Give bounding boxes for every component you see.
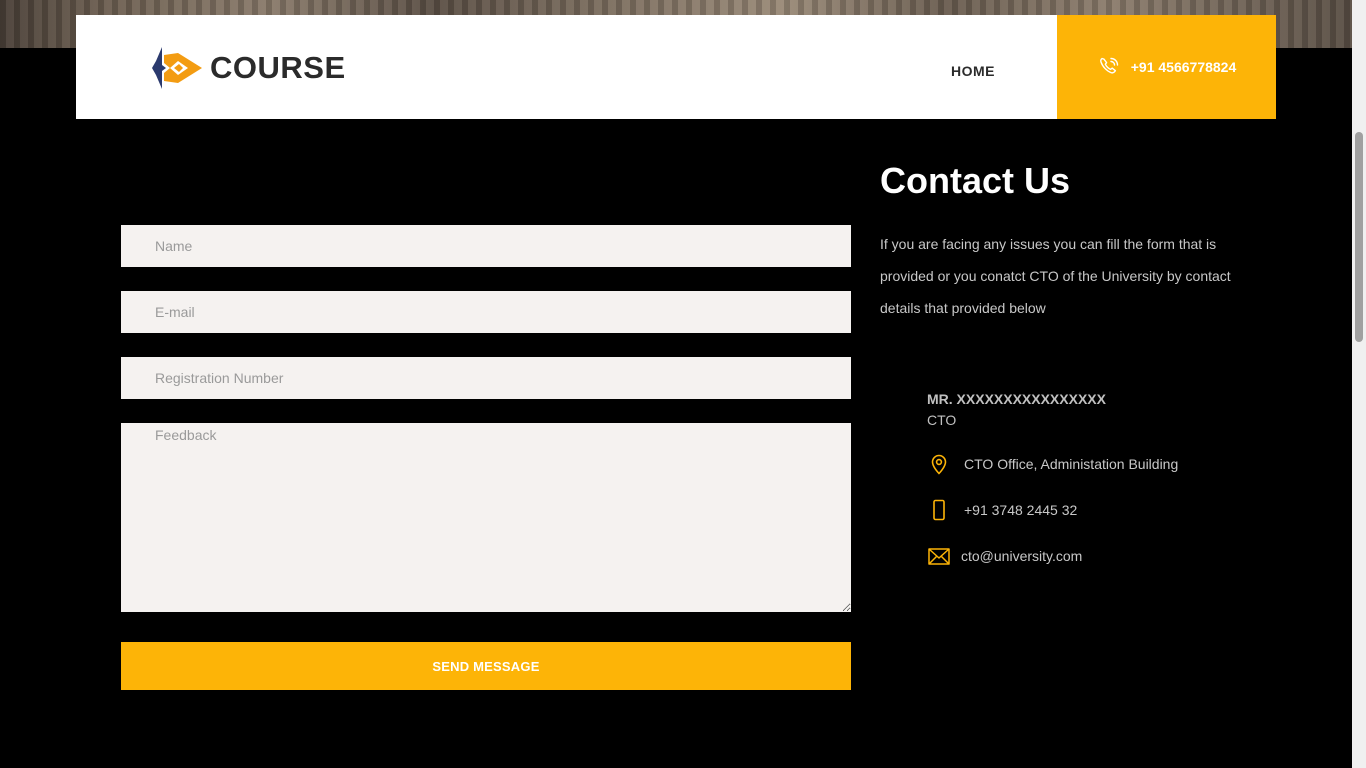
email-row: cto@university.com xyxy=(927,544,1082,568)
header-phone-button[interactable]: +91 4566778824 xyxy=(1057,15,1276,119)
contact-person-role: CTO xyxy=(927,412,957,428)
address-row: CTO Office, Administation Building xyxy=(927,452,1178,476)
contact-person-name: MR. XXXXXXXXXXXXXXXX xyxy=(927,391,1106,407)
name-input[interactable] xyxy=(121,225,851,267)
map-pin-icon xyxy=(927,452,951,476)
site-header: COURSE HOME +91 4566778824 xyxy=(76,15,1276,119)
address-text: CTO Office, Administation Building xyxy=(964,456,1179,472)
page-scrollbar[interactable] xyxy=(1352,0,1366,768)
scrollbar-thumb[interactable] xyxy=(1355,132,1363,342)
email-text[interactable]: cto@university.com xyxy=(961,548,1082,564)
registration-number-input[interactable] xyxy=(121,357,851,399)
send-message-button[interactable]: SEND MESSAGE xyxy=(121,642,851,690)
phone-ringing-icon xyxy=(1099,57,1118,74)
brand-logo[interactable]: COURSE xyxy=(152,47,346,89)
nav-home-link[interactable]: HOME xyxy=(951,63,995,79)
course-logo-icon xyxy=(152,47,202,89)
mobile-phone-icon xyxy=(927,498,951,522)
envelope-icon xyxy=(927,544,951,568)
phone-text[interactable]: +91 3748 2445 32 xyxy=(964,502,1077,518)
phone-row: +91 3748 2445 32 xyxy=(927,498,1077,522)
feedback-textarea[interactable] xyxy=(121,423,851,612)
email-input[interactable] xyxy=(121,291,851,333)
header-phone-number: +91 4566778824 xyxy=(1130,59,1237,75)
contact-description: If you are facing any issues you can fil… xyxy=(880,236,1231,316)
brand-name: COURSE xyxy=(210,50,346,85)
contact-title: Contact Us xyxy=(880,160,1071,201)
